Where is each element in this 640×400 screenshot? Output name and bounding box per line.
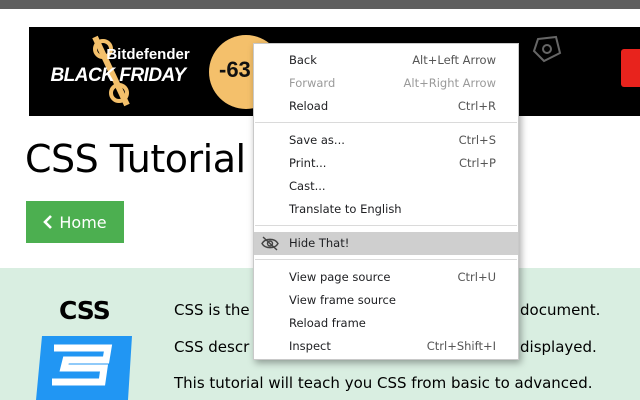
menu-item-shortcut: Ctrl+U	[457, 270, 496, 284]
menu-item-label: View page source	[289, 270, 391, 284]
paragraph-2: CSS descr	[174, 338, 250, 356]
menu-item-label: Back	[289, 53, 317, 67]
ad-cta-button[interactable]	[621, 49, 640, 87]
menu-item-shortcut: Ctrl+R	[457, 99, 496, 113]
menu-separator	[255, 122, 517, 123]
menu-item-label: Reload frame	[289, 316, 366, 330]
menu-item-reload[interactable]: Reload Ctrl+R	[254, 95, 518, 118]
menu-item-shortcut: Ctrl+Shift+I	[426, 339, 496, 353]
menu-item-label: Cast...	[289, 179, 326, 193]
menu-item-view-frame-source[interactable]: View frame source	[254, 289, 518, 312]
ad-brand: Bitdefender	[106, 46, 190, 63]
menu-item-label: Inspect	[289, 339, 331, 353]
css-logo-text: CSS	[59, 296, 111, 325]
menu-item-label: Forward	[289, 76, 336, 90]
menu-item-label: Translate to English	[289, 202, 402, 216]
eye-slash-icon	[261, 236, 279, 251]
paragraph-1: CSS is the	[174, 301, 250, 319]
menu-separator	[255, 259, 517, 260]
paragraph-1-tail: document.	[520, 301, 601, 319]
menu-item-label: Hide That!	[289, 236, 350, 250]
home-button-label: Home	[59, 212, 107, 232]
menu-item-label: Print...	[289, 156, 327, 170]
menu-separator	[255, 225, 517, 226]
ad-discount-text: -63	[219, 57, 251, 82]
css3-logo-icon	[36, 336, 132, 400]
menu-item-shortcut: Ctrl+S	[458, 133, 496, 147]
menu-item-cast[interactable]: Cast...	[254, 175, 518, 198]
menu-item-shortcut: Ctrl+P	[458, 156, 496, 170]
menu-item-label: Reload	[289, 99, 329, 113]
chevron-left-icon	[43, 215, 53, 229]
paragraph-3: This tutorial will teach you CSS from ba…	[174, 374, 593, 392]
paragraph-2-tail: displayed.	[520, 338, 597, 356]
menu-item-shortcut: Alt+Left Arrow	[412, 53, 496, 67]
home-button[interactable]: Home	[26, 201, 124, 243]
menu-item-label: View frame source	[289, 293, 396, 307]
browser-top-bar	[0, 0, 640, 9]
menu-item-view-page-source[interactable]: View page source Ctrl+U	[254, 266, 518, 289]
context-menu: Back Alt+Left Arrow Forward Alt+Right Ar…	[253, 43, 519, 360]
page-title: CSS Tutorial	[25, 137, 246, 181]
menu-item-inspect[interactable]: Inspect Ctrl+Shift+I	[254, 335, 518, 358]
menu-item-hide-that[interactable]: Hide That!	[254, 232, 518, 255]
menu-item-save-as[interactable]: Save as... Ctrl+S	[254, 129, 518, 152]
ad-promo: BLACK FRIDAY	[50, 65, 186, 86]
menu-item-translate[interactable]: Translate to English	[254, 198, 518, 221]
menu-item-reload-frame[interactable]: Reload frame	[254, 312, 518, 335]
menu-item-label: Save as...	[289, 133, 345, 147]
menu-item-print[interactable]: Print... Ctrl+P	[254, 152, 518, 175]
menu-item-back[interactable]: Back Alt+Left Arrow	[254, 49, 518, 72]
ad-sticker-icon	[532, 35, 562, 63]
menu-item-shortcut: Alt+Right Arrow	[403, 76, 496, 90]
menu-item-forward[interactable]: Forward Alt+Right Arrow	[254, 72, 518, 95]
